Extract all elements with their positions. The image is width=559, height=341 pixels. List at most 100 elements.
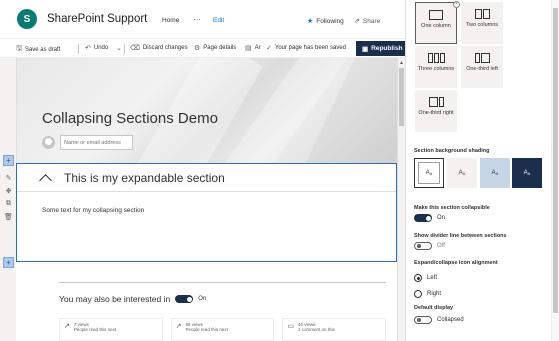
alignment-right-radio[interactable] xyxy=(414,290,422,298)
following-label: Following xyxy=(316,17,344,25)
undo-dropdown[interactable]: ⌄ xyxy=(116,44,122,52)
discard-label: Discard changes xyxy=(142,45,188,51)
alignment-right-label: Right xyxy=(427,291,442,297)
undo-button[interactable]: ↶ Undo xyxy=(85,44,108,52)
analytics-icon: ▤ xyxy=(245,45,252,52)
alignment-label: Expand/collapse icon alignment xyxy=(414,260,498,266)
page-editor: S SharePoint Support Home ··· Edit ★ Fol… xyxy=(0,0,408,341)
collapsible-section[interactable]: This is my expandable section Some text … xyxy=(16,163,397,262)
save-status-text: Your page has been saved xyxy=(274,45,347,51)
page-title[interactable]: Collapsing Sections Demo xyxy=(42,110,218,127)
following-button[interactable]: ★ Following xyxy=(307,17,344,26)
page-details-button[interactable]: ⚙ Page details xyxy=(194,44,236,52)
default-display-toggle[interactable] xyxy=(414,316,432,324)
save-draft-label: Save as draft xyxy=(24,46,61,53)
section-header[interactable]: This is my expandable section xyxy=(39,171,225,187)
chevron-down-icon: ⌄ xyxy=(116,45,122,52)
layout-label: Three columns xyxy=(417,66,455,72)
delete-section-icon[interactable]: 🗑 xyxy=(3,211,14,222)
layout-two-columns[interactable]: Two columns xyxy=(461,2,503,44)
pane-scrollbar[interactable] xyxy=(551,0,559,341)
republish-button[interactable]: ▣ Republish xyxy=(356,41,408,56)
card-detail: 1 comment on this xyxy=(297,327,335,332)
collapsible-toggle-row: On xyxy=(414,214,445,222)
share-icon: ⇗ xyxy=(354,18,360,25)
analytics-button[interactable]: ▤ Ar xyxy=(245,44,261,52)
analytics-label: Ar xyxy=(254,45,261,51)
shading-option-soft[interactable]: AA xyxy=(480,158,510,188)
nav-home-link[interactable]: Home xyxy=(162,17,179,24)
default-display-label: Default display xyxy=(414,305,454,311)
republish-icon: ▣ xyxy=(362,45,369,53)
scrollbar-thumb[interactable] xyxy=(399,68,404,126)
share-label: Share xyxy=(362,17,381,25)
collapsible-toggle[interactable] xyxy=(414,214,432,222)
default-display-row: Collapsed xyxy=(414,316,464,324)
share-button[interactable]: ⇗ Share xyxy=(354,17,381,26)
alignment-left-option[interactable]: Left xyxy=(414,274,437,282)
layout-one-third-left[interactable]: One-third left xyxy=(461,46,503,88)
alignment-right-option[interactable]: Right xyxy=(414,290,441,298)
save-draft-button[interactable]: 🖫 Save as draft xyxy=(16,44,60,55)
divider-toggle-row: Off xyxy=(414,242,445,250)
interest-toggle-label: On xyxy=(198,296,207,302)
pane-scrollbar-thumb[interactable] xyxy=(553,8,558,313)
discard-icon: ⌫ xyxy=(130,45,140,52)
alignment-left-label: Left xyxy=(427,275,438,281)
layout-label: One-third right xyxy=(418,110,454,116)
site-logo[interactable]: S xyxy=(17,9,37,29)
site-title[interactable]: SharePoint Support xyxy=(47,13,147,25)
divider xyxy=(59,282,386,283)
card-detail: People read this next xyxy=(73,327,117,332)
section-body-text[interactable]: Some text for my collapsing section xyxy=(42,207,144,214)
star-icon: ★ xyxy=(307,18,314,25)
save-icon: 🖫 xyxy=(16,45,22,52)
divider xyxy=(78,44,79,54)
nav-more-button[interactable]: ··· xyxy=(193,15,201,24)
discard-changes-button[interactable]: ⌫ Discard changes xyxy=(130,44,188,52)
layout-label: Two columns xyxy=(465,22,499,28)
scroll-up-icon[interactable]: ▲ xyxy=(399,60,404,66)
move-section-icon[interactable]: ✥ xyxy=(3,185,14,196)
related-card[interactable]: ↗ 7 views People read this next xyxy=(59,318,163,341)
layout-one-third-right[interactable]: One-third right xyxy=(415,90,457,132)
nav-edit-link[interactable]: Edit xyxy=(213,17,224,24)
canvas-scrollbar[interactable]: ▲ xyxy=(397,58,405,341)
save-status: ✓ Your page has been saved xyxy=(266,44,346,52)
shading-option-neutral[interactable]: AA xyxy=(447,158,477,188)
shading-option-none[interactable]: AA xyxy=(414,158,444,188)
add-section-bottom-icon[interactable]: + xyxy=(3,257,14,268)
collapsible-toggle-value: On xyxy=(437,215,446,221)
related-content-webpart: You may also be interested in On ↗ 7 vie… xyxy=(16,262,397,341)
divider xyxy=(124,44,125,54)
trending-icon: ↗ xyxy=(64,323,70,330)
layout-label: One-third left xyxy=(466,66,498,72)
layout-one-column[interactable]: × One column xyxy=(415,1,460,44)
add-section-icon[interactable]: + xyxy=(3,155,14,166)
page-details-label: Page details xyxy=(203,45,237,51)
alignment-left-radio[interactable] xyxy=(414,274,422,282)
section-heading[interactable]: This is my expandable section xyxy=(64,171,225,185)
checkmark-icon: ✓ xyxy=(266,45,272,52)
related-card[interactable]: ↗ 98 views People read this next xyxy=(170,318,275,341)
one-third-right-icon xyxy=(428,97,444,107)
layout-three-columns[interactable]: Three columns xyxy=(415,46,457,88)
undo-label: Undo xyxy=(93,45,109,51)
layout-label: One column xyxy=(421,23,451,29)
collapsible-label: Make this section collapsible xyxy=(414,205,490,211)
shade-glyph-sub: A xyxy=(495,170,499,176)
shading-option-strong[interactable]: AA xyxy=(512,158,542,188)
interest-toggle[interactable] xyxy=(175,295,194,303)
author-input[interactable] xyxy=(60,135,133,150)
edit-section-icon[interactable]: ✎ xyxy=(3,172,14,183)
one-column-icon xyxy=(429,10,443,20)
shade-glyph-sub: A xyxy=(462,170,466,176)
close-icon[interactable]: × xyxy=(453,1,460,8)
divider-toggle[interactable] xyxy=(414,242,432,250)
shade-glyph-sub: A xyxy=(429,170,433,176)
duplicate-section-icon[interactable]: ⧉ xyxy=(3,198,14,209)
related-card[interactable]: ▭ 40 views 1 comment on this xyxy=(282,318,387,341)
undo-icon: ↶ xyxy=(85,45,91,52)
shading-swatch: AA xyxy=(418,162,440,184)
chevron-up-icon[interactable] xyxy=(39,174,52,187)
